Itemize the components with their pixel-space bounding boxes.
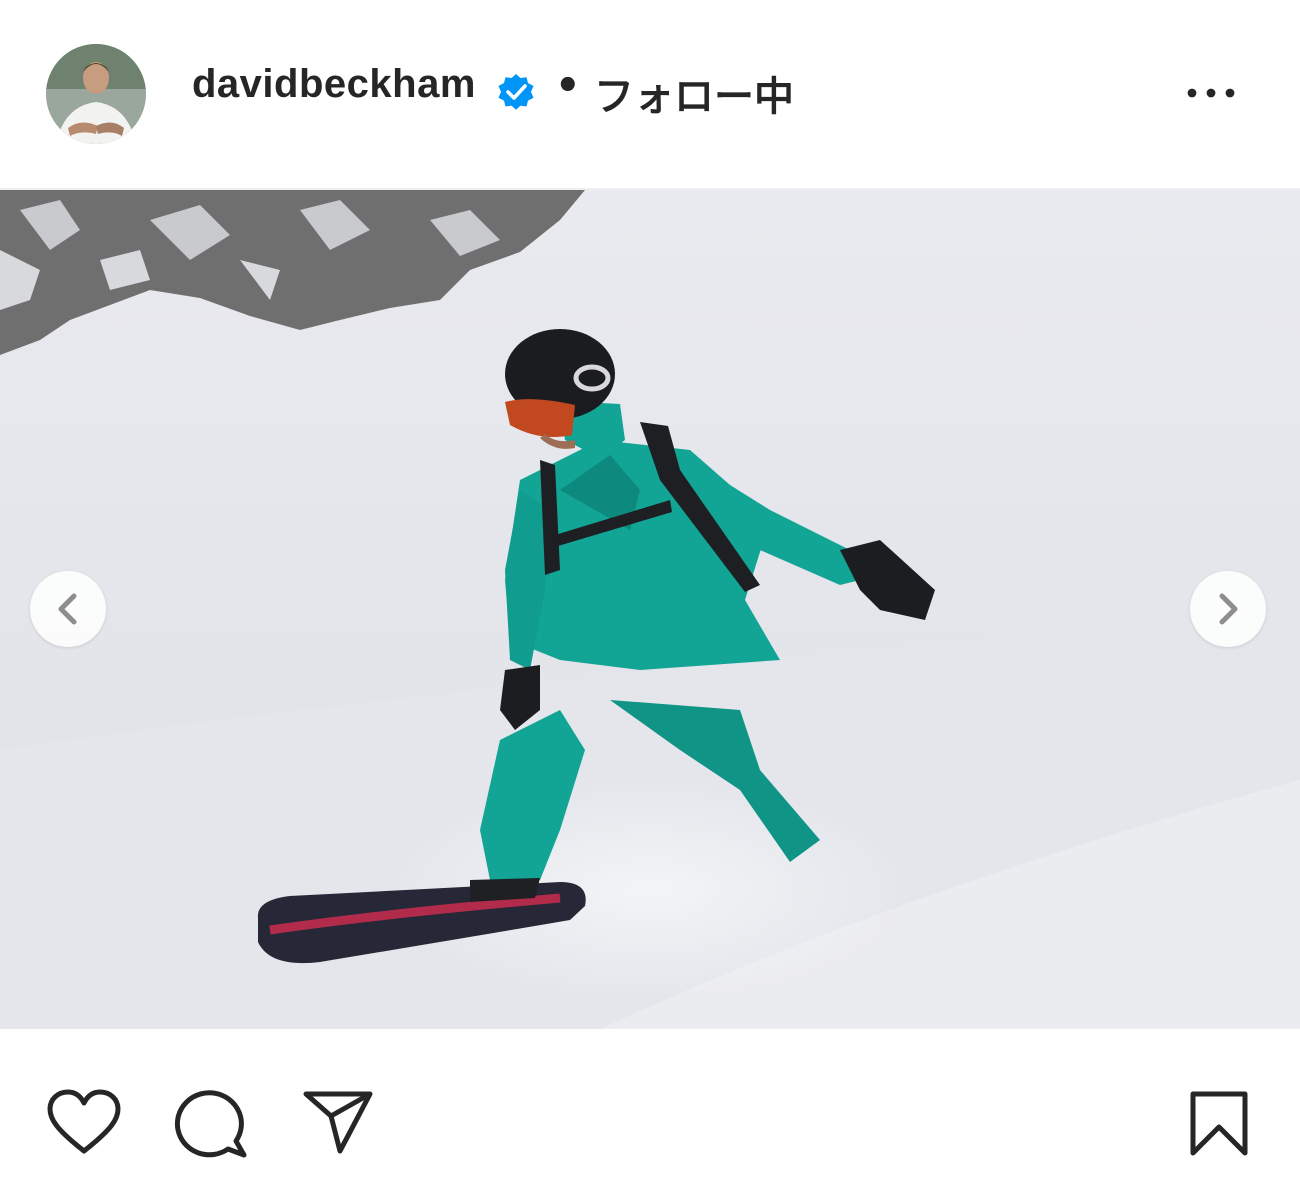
comment-icon[interactable] xyxy=(174,1087,248,1163)
post-header: davidbeckham • フォロー中 xyxy=(0,0,1300,188)
post-image[interactable] xyxy=(0,190,1300,1029)
paper-plane-icon[interactable] xyxy=(302,1089,374,1159)
verified-badge-icon xyxy=(496,72,536,112)
chevron-right-icon[interactable] xyxy=(1190,571,1266,647)
post-actions xyxy=(0,1029,1300,1179)
heart-icon[interactable] xyxy=(46,1089,122,1159)
username[interactable]: davidbeckham xyxy=(192,62,476,107)
bookmark-icon[interactable] xyxy=(1190,1091,1248,1161)
more-horizontal-icon[interactable] xyxy=(1180,78,1244,108)
separator-dot: • xyxy=(555,63,581,109)
avatar[interactable] xyxy=(46,44,146,144)
chevron-left-icon[interactable] xyxy=(30,571,106,647)
follow-status-button[interactable]: フォロー中 xyxy=(594,64,794,122)
